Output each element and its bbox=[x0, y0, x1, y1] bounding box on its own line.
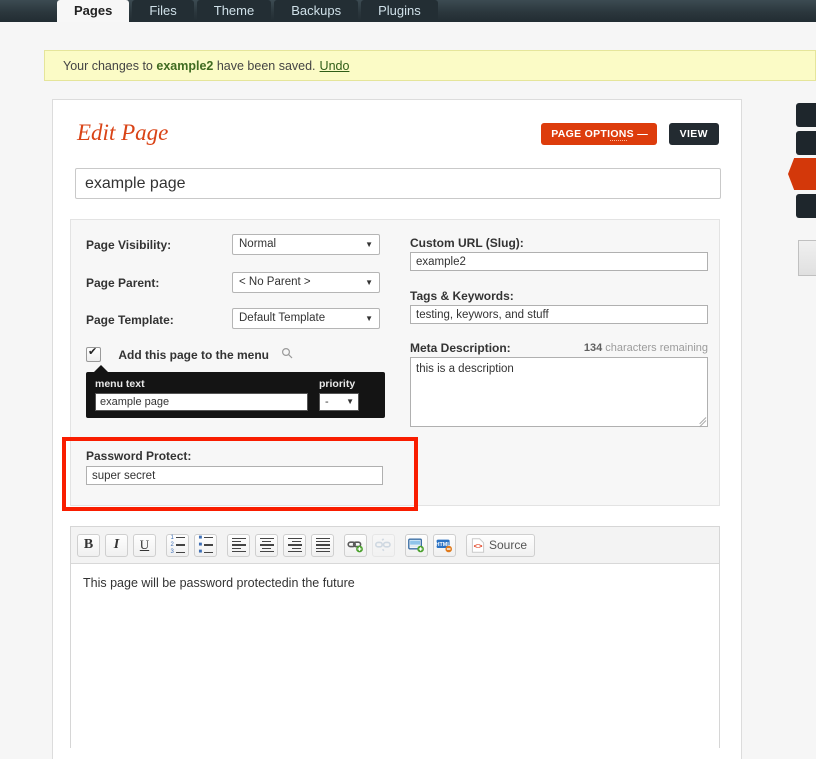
align-right-button[interactable] bbox=[283, 533, 306, 557]
image-icon bbox=[408, 538, 424, 552]
source-button[interactable]: <> Source bbox=[466, 533, 536, 557]
unlink-button bbox=[372, 533, 395, 557]
chevron-down-icon: ▼ bbox=[346, 397, 354, 406]
bulleted-list-button[interactable]: ■ ■ ■ bbox=[194, 533, 217, 557]
page-visibility-label: Page Visibility: bbox=[86, 238, 172, 252]
source-code-icon: <> bbox=[471, 537, 485, 553]
align-justify-icon bbox=[315, 536, 330, 554]
align-left-button[interactable] bbox=[227, 533, 250, 557]
meta-character-counter: 134 characters remaining bbox=[584, 342, 708, 354]
align-center-icon bbox=[259, 536, 274, 554]
undo-link[interactable]: Undo bbox=[320, 59, 350, 73]
popup-caret bbox=[94, 365, 108, 372]
search-icon[interactable] bbox=[281, 347, 293, 362]
add-to-menu-row: Add this page to the menu bbox=[86, 345, 293, 363]
align-right-icon bbox=[287, 536, 302, 554]
page-visibility-value: Normal bbox=[239, 238, 277, 250]
page-options-label-b: S — bbox=[626, 128, 648, 140]
page-template-label: Page Template: bbox=[86, 313, 174, 327]
page-options-label-dotted: ON bbox=[610, 128, 627, 141]
tab-files[interactable]: Files bbox=[132, 0, 194, 22]
menu-text-popup: menu text priority - ▼ bbox=[86, 365, 385, 418]
chevron-down-icon: ▼ bbox=[365, 240, 373, 249]
page-template-select[interactable]: Default Template ▼ bbox=[232, 308, 380, 329]
custom-url-input[interactable] bbox=[410, 252, 708, 271]
align-center-button[interactable] bbox=[255, 533, 278, 557]
side-tab-3[interactable] bbox=[796, 194, 816, 218]
priority-select[interactable]: - ▼ bbox=[319, 393, 359, 411]
menu-text-label: menu text bbox=[95, 378, 145, 390]
svg-text:<>: <> bbox=[474, 541, 483, 550]
page-options-label-a: PAGE OPTI bbox=[551, 128, 611, 140]
source-label: Source bbox=[489, 538, 528, 552]
tab-backups[interactable]: Backups bbox=[274, 0, 359, 22]
underline-button[interactable]: U bbox=[133, 533, 156, 557]
numbered-list-button[interactable]: 1 2 3 bbox=[166, 533, 189, 557]
side-tab-1[interactable] bbox=[796, 103, 816, 127]
priority-value: - bbox=[325, 396, 329, 408]
align-left-icon bbox=[231, 536, 246, 554]
add-to-menu-checkbox[interactable] bbox=[86, 345, 101, 363]
notice-suffix-text: have been saved. bbox=[216, 58, 316, 73]
password-protect-label: Password Protect: bbox=[86, 449, 192, 463]
rich-text-editor: B I U 1 2 3 ■ ■ ■ HTML <> Source This pa… bbox=[70, 526, 720, 748]
custom-url-label: Custom URL (Slug): bbox=[410, 236, 524, 250]
notice-prefix-text: Your changes to bbox=[63, 58, 153, 73]
page-title-input[interactable] bbox=[75, 168, 721, 199]
side-tab-2[interactable] bbox=[796, 131, 816, 155]
tab-theme[interactable]: Theme bbox=[196, 0, 272, 22]
side-panel-box[interactable] bbox=[798, 240, 816, 276]
view-button[interactable]: VIEW bbox=[668, 123, 719, 145]
tab-plugins[interactable]: Plugins bbox=[361, 0, 438, 22]
link-icon bbox=[347, 540, 363, 552]
editor-content-area[interactable]: This page will be password protectedin t… bbox=[71, 564, 719, 748]
page-title: Edit Page bbox=[77, 120, 169, 145]
meta-character-count-suffix: characters remaining bbox=[605, 342, 708, 354]
tab-pages[interactable]: Pages bbox=[57, 0, 130, 22]
page-parent-label: Page Parent: bbox=[86, 276, 160, 290]
notice-page-name: example2 bbox=[156, 58, 214, 73]
meta-character-count: 134 bbox=[583, 342, 603, 354]
page-parent-value: < No Parent > bbox=[239, 276, 311, 288]
primary-nav-bar: Pages Files Theme Backups Plugins bbox=[0, 0, 816, 22]
page-options-button[interactable]: PAGE OPTIONS — bbox=[541, 123, 657, 145]
meta-description-label: Meta Description: bbox=[410, 341, 511, 355]
card-header: Edit Page PAGE OPTIONS — VIEW bbox=[53, 100, 741, 154]
priority-label: priority bbox=[319, 378, 356, 390]
password-protect-input[interactable] bbox=[86, 466, 383, 485]
chevron-down-icon: ▼ bbox=[365, 314, 373, 323]
chevron-down-icon: ▼ bbox=[365, 278, 373, 287]
tags-keywords-label: Tags & Keywords: bbox=[410, 289, 514, 303]
add-to-menu-label: Add this page to the menu bbox=[118, 347, 270, 362]
numbered-list-icon: 1 2 3 bbox=[171, 533, 185, 556]
menu-text-input[interactable] bbox=[95, 393, 308, 411]
save-notification-bar: Your changes to example2 have been saved… bbox=[44, 50, 816, 81]
editor-toolbar: B I U 1 2 3 ■ ■ ■ HTML <> Source bbox=[71, 527, 719, 564]
page-parent-select[interactable]: < No Parent > ▼ bbox=[232, 272, 380, 293]
bulleted-list-icon: ■ ■ ■ bbox=[199, 533, 213, 556]
tags-keywords-input[interactable] bbox=[410, 305, 708, 324]
insert-link-button[interactable] bbox=[344, 533, 367, 557]
align-justify-button[interactable] bbox=[311, 533, 334, 557]
italic-button[interactable]: I bbox=[105, 533, 128, 557]
meta-description-textarea[interactable]: this is a description bbox=[410, 357, 708, 427]
insert-html-snippet-button[interactable]: HTML bbox=[433, 533, 456, 557]
page-visibility-select[interactable]: Normal ▼ bbox=[232, 234, 380, 255]
html-tag-icon: HTML bbox=[436, 539, 452, 552]
page-template-value: Default Template bbox=[239, 312, 326, 324]
unlink-icon bbox=[375, 537, 391, 551]
side-tab-active-arrow[interactable] bbox=[788, 158, 816, 190]
bold-button[interactable]: B bbox=[77, 533, 100, 557]
insert-image-button[interactable] bbox=[405, 533, 428, 557]
